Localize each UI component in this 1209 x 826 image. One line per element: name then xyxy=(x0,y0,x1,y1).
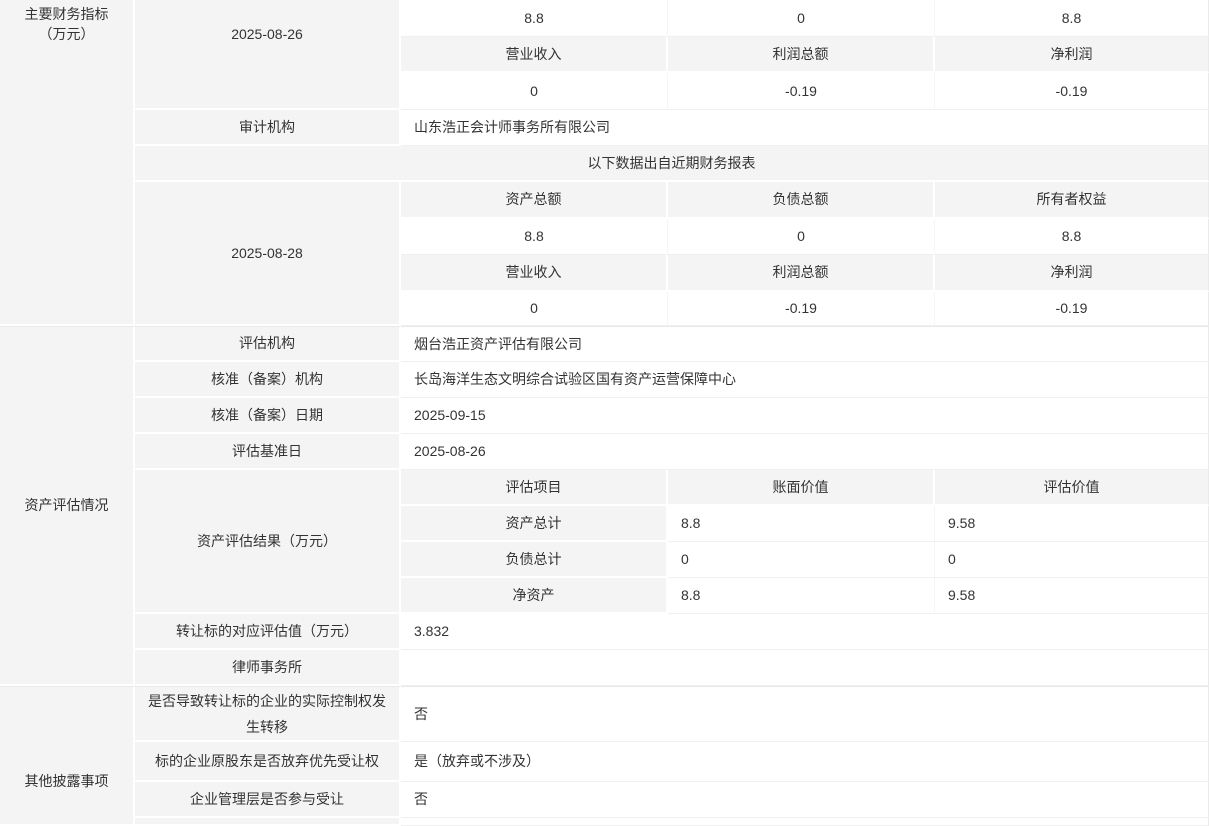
section-label-financial: 主要财务指标 （万元） xyxy=(0,0,135,326)
row-value: 2025-08-26 xyxy=(401,434,1209,470)
row-label: 核准（备案）日期 xyxy=(135,398,401,434)
fin-b1-value-cell: -0.19 xyxy=(668,73,935,110)
result-assessed-cell: 0 xyxy=(935,542,1209,578)
result-header-cell: 评估项目 xyxy=(401,470,668,506)
fin-b2-header-cell: 所有者权益 xyxy=(935,182,1209,219)
result-item-cell: 净资产 xyxy=(401,578,668,614)
disclosure-page: 主要财务指标 （万元） 2025-08-26 8.8 0 8.8 营业收入 利润… xyxy=(0,0,1209,826)
row-value xyxy=(401,650,1209,686)
fin-b1-value-cell: 0 xyxy=(401,73,668,110)
row-label: 评估基准日 xyxy=(135,434,401,470)
row-label-cutoff xyxy=(135,818,401,826)
fin-b2-value-cell: -0.19 xyxy=(935,292,1209,326)
valuation-result-label: 资产评估结果（万元） xyxy=(135,470,401,614)
row-value: 否 xyxy=(401,686,1209,742)
result-assessed-cell: 9.58 xyxy=(935,506,1209,542)
result-book-cell: 8.8 xyxy=(668,506,935,542)
result-item-cell: 负债总计 xyxy=(401,542,668,578)
result-assessed-cell: 9.58 xyxy=(935,578,1209,614)
section-label-other: 其他披露事项 xyxy=(0,686,135,826)
fin-b1-value-cell: 8.8 xyxy=(401,0,668,37)
row-value: 长岛海洋生态文明综合试验区国有资产运营保障中心 xyxy=(401,362,1209,398)
fin-b2-value-cell: 8.8 xyxy=(401,219,668,255)
section-label-valuation: 资产评估情况 xyxy=(0,326,135,686)
audit-label: 审计机构 xyxy=(135,110,401,146)
fin-b1-header-cell: 营业收入 xyxy=(401,37,668,73)
row-label: 评估机构 xyxy=(135,326,401,362)
row-value: 2025-09-15 xyxy=(401,398,1209,434)
row-label: 转让标的对应评估值（万元） xyxy=(135,614,401,650)
fin-b1-value-cell: 0 xyxy=(668,0,935,37)
result-item-cell: 资产总计 xyxy=(401,506,668,542)
disclosure-table: 主要财务指标 （万元） 2025-08-26 8.8 0 8.8 营业收入 利润… xyxy=(0,0,1209,826)
row-value: 否 xyxy=(401,782,1209,818)
section-label-financial-line2: （万元） xyxy=(8,24,125,44)
row-value: 3.832 xyxy=(401,614,1209,650)
audit-value: 山东浩正会计师事务所有限公司 xyxy=(401,110,1209,146)
row-value: 烟台浩正资产评估有限公司 xyxy=(401,326,1209,362)
fin-b2-header-cell: 负债总额 xyxy=(668,182,935,219)
result-header-cell: 评估价值 xyxy=(935,470,1209,506)
fin-b2-value-cell: -0.19 xyxy=(668,292,935,326)
fin-b2-value-cell: 0 xyxy=(668,219,935,255)
fin-b2-value-cell: 8.8 xyxy=(935,219,1209,255)
section-label-financial-line1: 主要财务指标 xyxy=(8,4,125,24)
fin-b2-header-cell: 资产总额 xyxy=(401,182,668,219)
row-value-cutoff xyxy=(401,818,1209,826)
row-label: 是否导致转让标的企业的实际控制权发生转移 xyxy=(135,686,401,742)
fin-b1-header-cell: 净利润 xyxy=(935,37,1209,73)
fin-b2-value-cell: 0 xyxy=(401,292,668,326)
result-book-cell: 0 xyxy=(668,542,935,578)
row-label: 企业管理层是否参与受让 xyxy=(135,782,401,818)
fin-b1-header-cell: 利润总额 xyxy=(668,37,935,73)
row-label: 标的企业原股东是否放弃优先受让权 xyxy=(135,742,401,782)
result-header-cell: 账面价值 xyxy=(668,470,935,506)
fin-b1-value-cell: -0.19 xyxy=(935,73,1209,110)
result-book-cell: 8.8 xyxy=(668,578,935,614)
fin-b2-header-cell: 利润总额 xyxy=(668,255,935,292)
row-value: 是（放弃或不涉及） xyxy=(401,742,1209,782)
fin-b2-header-cell: 净利润 xyxy=(935,255,1209,292)
report-date-2: 2025-08-28 xyxy=(135,182,401,326)
row-label: 律师事务所 xyxy=(135,650,401,686)
fin-b1-value-cell: 8.8 xyxy=(935,0,1209,37)
report-date-1: 2025-08-26 xyxy=(135,0,401,110)
row-label: 核准（备案）机构 xyxy=(135,362,401,398)
fin-b2-header-cell: 营业收入 xyxy=(401,255,668,292)
financial-note: 以下数据出自近期财务报表 xyxy=(135,146,1209,182)
